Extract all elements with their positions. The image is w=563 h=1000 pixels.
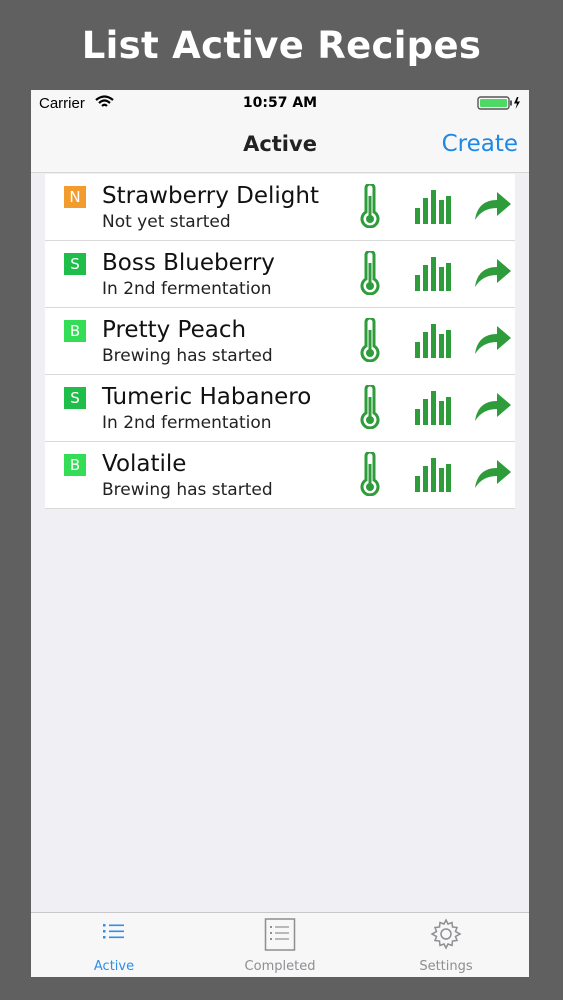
thermometer-icon[interactable] bbox=[359, 316, 381, 367]
bar-chart-icon[interactable] bbox=[415, 186, 451, 229]
recipe-row[interactable]: B Volatile Brewing has started bbox=[45, 442, 515, 509]
clock-time: 10:57 AM bbox=[242, 95, 318, 111]
thermometer-icon[interactable] bbox=[359, 383, 381, 434]
phone-screen: Carrier 10:57 AM Active Create N Strawber… bbox=[31, 90, 529, 977]
status-badge: S bbox=[64, 253, 86, 275]
recipe-name: Pretty Peach bbox=[102, 317, 247, 343]
tab-completed[interactable]: Completed bbox=[197, 913, 363, 977]
bar-chart-icon[interactable] bbox=[415, 387, 451, 430]
recipe-name: Volatile bbox=[102, 451, 187, 477]
recipe-row[interactable]: S Boss Blueberry In 2nd fermentation bbox=[45, 241, 515, 308]
recipe-status: Brewing has started bbox=[102, 480, 273, 500]
recipe-status: Brewing has started bbox=[102, 346, 273, 366]
thermometer-icon[interactable] bbox=[359, 249, 381, 300]
navigation-bar: Active Create bbox=[31, 116, 529, 173]
status-badge: B bbox=[64, 454, 86, 476]
recipe-name: Boss Blueberry bbox=[102, 250, 275, 276]
status-badge: S bbox=[64, 387, 86, 409]
status-bar: Carrier 10:57 AM bbox=[31, 90, 529, 116]
recipe-name: Strawberry Delight bbox=[102, 183, 319, 209]
share-arrow-icon[interactable] bbox=[473, 190, 513, 227]
thermometer-icon[interactable] bbox=[359, 182, 381, 233]
share-arrow-icon[interactable] bbox=[473, 257, 513, 294]
status-badge: N bbox=[64, 186, 86, 208]
document-list-icon bbox=[264, 918, 296, 951]
recipe-status: In 2nd fermentation bbox=[102, 279, 272, 299]
status-badge: B bbox=[64, 320, 86, 342]
tab-settings-label: Settings bbox=[419, 959, 473, 974]
recipe-status: In 2nd fermentation bbox=[102, 413, 272, 433]
tab-settings[interactable]: Settings bbox=[363, 913, 529, 977]
recipe-list: N Strawberry Delight Not yet started S Boss … bbox=[45, 174, 515, 509]
page-banner-title: List Active Recipes bbox=[81, 24, 482, 67]
recipe-row[interactable]: S Tumeric Habanero In 2nd fermentation bbox=[45, 375, 515, 442]
gear-icon bbox=[430, 918, 462, 950]
share-arrow-icon[interactable] bbox=[473, 458, 513, 495]
thermometer-icon[interactable] bbox=[359, 450, 381, 501]
recipe-row[interactable]: N Strawberry Delight Not yet started bbox=[45, 174, 515, 241]
share-arrow-icon[interactable] bbox=[473, 324, 513, 361]
tab-completed-label: Completed bbox=[244, 959, 316, 974]
recipe-status: Not yet started bbox=[102, 212, 231, 232]
share-arrow-icon[interactable] bbox=[473, 391, 513, 428]
create-button[interactable]: Create bbox=[442, 131, 518, 157]
list-icon bbox=[103, 924, 124, 939]
tab-active[interactable]: Active bbox=[31, 913, 197, 977]
battery-charging-icon bbox=[477, 96, 521, 114]
tab-active-label: Active bbox=[93, 959, 135, 974]
bar-chart-icon[interactable] bbox=[415, 320, 451, 363]
bar-chart-icon[interactable] bbox=[415, 253, 451, 296]
tab-bar: Active Completed Settings bbox=[31, 912, 529, 977]
bar-chart-icon[interactable] bbox=[415, 454, 451, 497]
recipe-name: Tumeric Habanero bbox=[102, 384, 312, 410]
recipe-row[interactable]: B Pretty Peach Brewing has started bbox=[45, 308, 515, 375]
